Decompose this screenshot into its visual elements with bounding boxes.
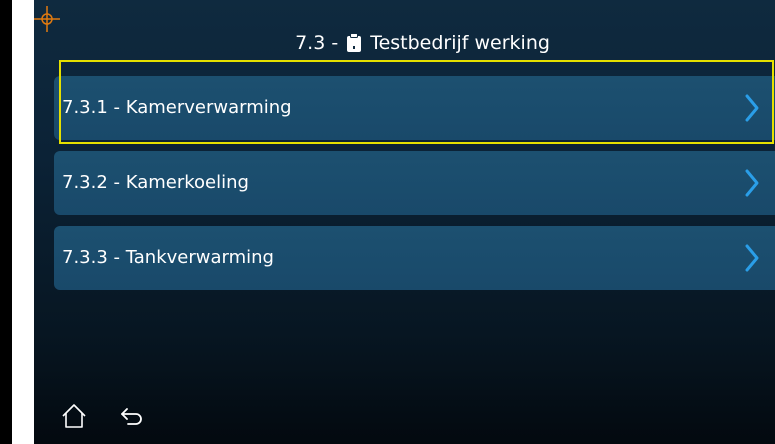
menu-item-label: 7.3.3 - Tankverwarming <box>62 247 274 268</box>
chevron-right-icon <box>745 244 759 272</box>
home-icon[interactable] <box>60 402 88 430</box>
menu-item-kamerverwarming[interactable]: 7.3.1 - Kamerverwarming <box>54 76 775 140</box>
menu-item-tankverwarming[interactable]: 7.3.3 - Tankverwarming <box>54 226 775 290</box>
menu-item-label: 7.3.1 - Kamerverwarming <box>62 97 292 118</box>
device-bezel <box>0 0 12 444</box>
device-screen: 7.3 - Testbedrijf werking 7.3.1 - Kamerv… <box>34 0 775 444</box>
header-prefix: 7.3 - <box>295 32 339 54</box>
page-header: 7.3 - Testbedrijf werking <box>34 26 775 60</box>
menu-item-kamerkoeling[interactable]: 7.3.2 - Kamerkoeling <box>54 151 775 215</box>
chevron-right-icon <box>745 94 759 122</box>
chevron-right-icon <box>745 169 759 197</box>
back-arrow-icon[interactable] <box>118 402 146 430</box>
clipboard-icon <box>347 33 362 52</box>
menu-item-label: 7.3.2 - Kamerkoeling <box>62 172 249 193</box>
screen-margin <box>12 0 34 444</box>
page-title: Testbedrijf werking <box>370 32 550 54</box>
